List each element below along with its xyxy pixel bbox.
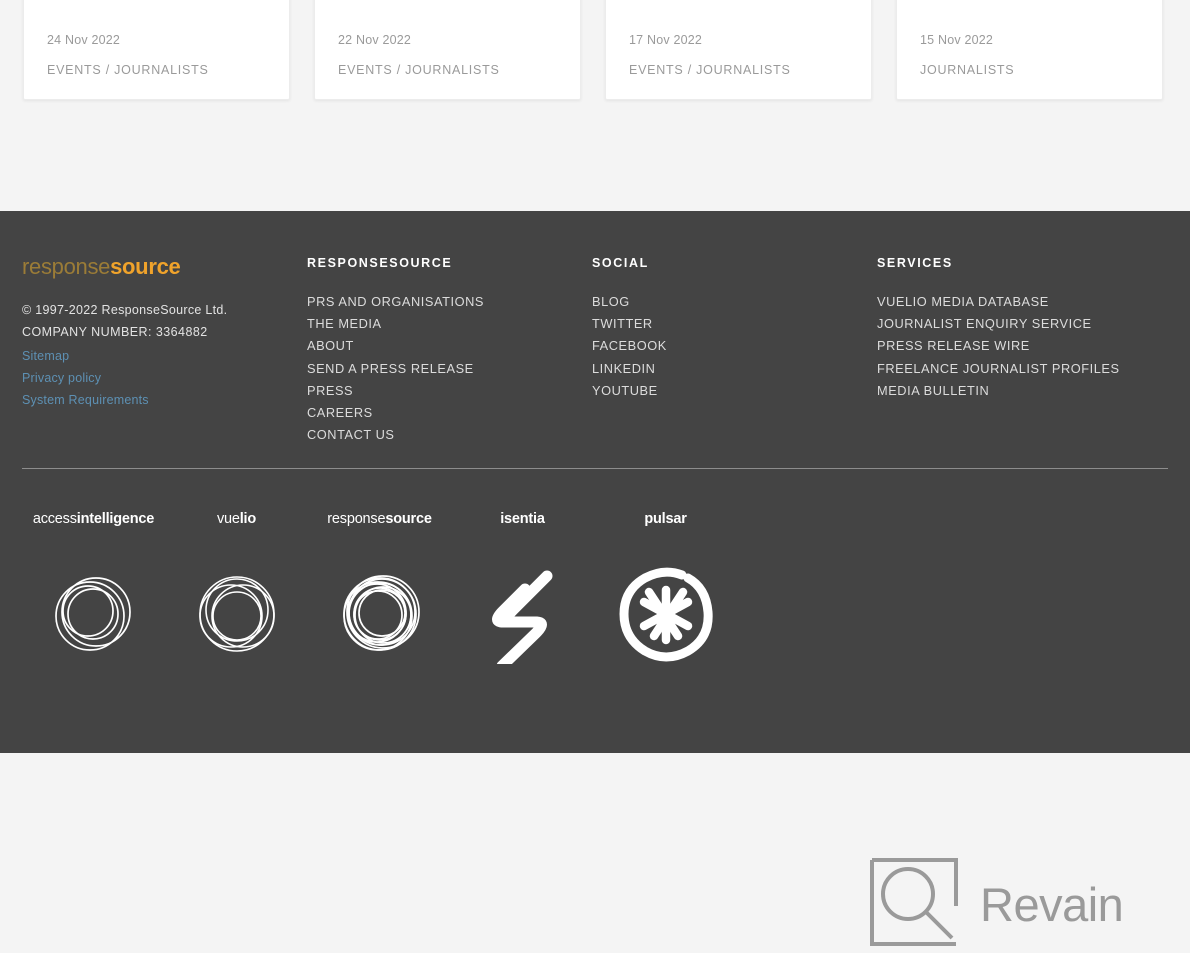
brand-name-label: pulsar <box>644 511 687 527</box>
card-categories[interactable]: EVENTS / JOURNALISTS <box>338 63 557 77</box>
footer-link-prs-and-organisations[interactable]: PRS AND ORGANISATIONS <box>307 291 592 313</box>
footer-link-about[interactable]: ABOUT <box>307 335 592 357</box>
brand-responsesource[interactable]: responsesource <box>308 511 451 664</box>
footer-column-services: SERVICES VUELIO MEDIA DATABASE JOURNALIS… <box>877 256 1162 446</box>
pulsar-asterisk-icon <box>616 564 716 664</box>
footer-link-press[interactable]: PRESS <box>307 380 592 402</box>
footer-column-heading: SERVICES <box>877 256 953 270</box>
card-date: 22 Nov 2022 <box>338 33 412 47</box>
brand-name-label: responsesource <box>327 511 432 527</box>
footer-link-youtube[interactable]: YOUTUBE <box>592 380 877 402</box>
revain-wordmark: Revain <box>980 878 1124 931</box>
brand-name-label: isentia <box>500 511 545 527</box>
brand-vuelio[interactable]: vuelio <box>165 511 308 664</box>
footer-column-responsesource: RESPONSESOURCE PRS AND ORGANISATIONS THE… <box>307 256 592 446</box>
isentia-s-icon <box>473 564 573 664</box>
card-date: 17 Nov 2022 <box>629 33 703 47</box>
card-categories[interactable]: JOURNALISTS <box>920 63 1139 77</box>
group-brands-row: accessintelligence vuelio responsesource… <box>22 511 1168 664</box>
article-cards-row: 24 Nov 2022 EVENTS / JOURNALISTS 22 Nov … <box>23 0 1168 100</box>
article-card[interactable]: 22 Nov 2022 EVENTS / JOURNALISTS <box>314 0 581 100</box>
footer-column-heading: RESPONSESOURCE <box>307 256 453 270</box>
footer-link-system-requirements[interactable]: System Requirements <box>22 389 307 411</box>
footer-link-facebook[interactable]: FACEBOOK <box>592 335 877 357</box>
brand-pulsar[interactable]: pulsar <box>594 511 737 664</box>
card-categories[interactable]: EVENTS / JOURNALISTS <box>47 63 266 77</box>
brand-access-intelligence[interactable]: accessintelligence <box>22 511 165 664</box>
revain-logo-icon <box>868 856 960 953</box>
footer-link-freelance-journalist-profiles[interactable]: FREELANCE JOURNALIST PROFILES <box>877 358 1162 380</box>
footer-link-sitemap[interactable]: Sitemap <box>22 345 307 367</box>
footer-columns: responsesource © 1997-2022 ResponseSourc… <box>22 256 1168 446</box>
footer-column-brand: responsesource © 1997-2022 ResponseSourc… <box>22 256 307 446</box>
revain-watermark: Revain <box>868 856 1124 953</box>
site-footer: responsesource © 1997-2022 ResponseSourc… <box>0 211 1190 946</box>
article-card[interactable]: 15 Nov 2022 JOURNALISTS <box>896 0 1163 100</box>
brand-name-label: vuelio <box>216 511 257 527</box>
overlapping-circles-icon <box>187 564 287 664</box>
article-cards-section: 24 Nov 2022 EVENTS / JOURNALISTS 22 Nov … <box>0 0 1190 211</box>
article-card[interactable]: 24 Nov 2022 EVENTS / JOURNALISTS <box>23 0 290 100</box>
footer-link-send-a-press-release[interactable]: SEND A PRESS RELEASE <box>307 358 592 380</box>
footer-link-vuelio-media-database[interactable]: VUELIO MEDIA DATABASE <box>877 291 1162 313</box>
card-date: 15 Nov 2022 <box>920 33 994 47</box>
footer-link-journalist-enquiry-service[interactable]: JOURNALIST ENQUIRY SERVICE <box>877 313 1162 335</box>
spiral-circles-icon <box>330 564 430 664</box>
footer-column-social: SOCIAL BLOG TWITTER FACEBOOK LINKEDIN YO… <box>592 256 877 446</box>
brand-isentia[interactable]: isentia <box>451 511 594 664</box>
footer-link-contact-us[interactable]: CONTACT US <box>307 424 592 446</box>
footer-link-linkedin[interactable]: LINKEDIN <box>592 358 877 380</box>
footer-link-the-media[interactable]: THE MEDIA <box>307 313 592 335</box>
footer-divider <box>22 468 1168 469</box>
card-date: 24 Nov 2022 <box>47 33 121 47</box>
company-number-text: COMPANY NUMBER: 3364882 <box>22 325 208 339</box>
interlocked-circles-icon <box>44 564 144 664</box>
responsesource-logo[interactable]: responsesource <box>22 256 307 278</box>
footer-link-twitter[interactable]: TWITTER <box>592 313 877 335</box>
footer-link-media-bulletin[interactable]: MEDIA BULLETIN <box>877 380 1162 402</box>
logo-text-response: response <box>22 254 111 279</box>
copyright-text: © 1997-2022 ResponseSource Ltd. <box>22 303 228 317</box>
footer-link-privacy-policy[interactable]: Privacy policy <box>22 367 307 389</box>
footer-column-heading: SOCIAL <box>592 256 649 270</box>
article-card[interactable]: 17 Nov 2022 EVENTS / JOURNALISTS <box>605 0 872 100</box>
footer-link-blog[interactable]: BLOG <box>592 291 877 313</box>
brand-name-label: accessintelligence <box>32 511 155 527</box>
footer-link-press-release-wire[interactable]: PRESS RELEASE WIRE <box>877 335 1162 357</box>
card-categories[interactable]: EVENTS / JOURNALISTS <box>629 63 848 77</box>
logo-text-source: source <box>110 254 181 279</box>
footer-link-careers[interactable]: CAREERS <box>307 402 592 424</box>
